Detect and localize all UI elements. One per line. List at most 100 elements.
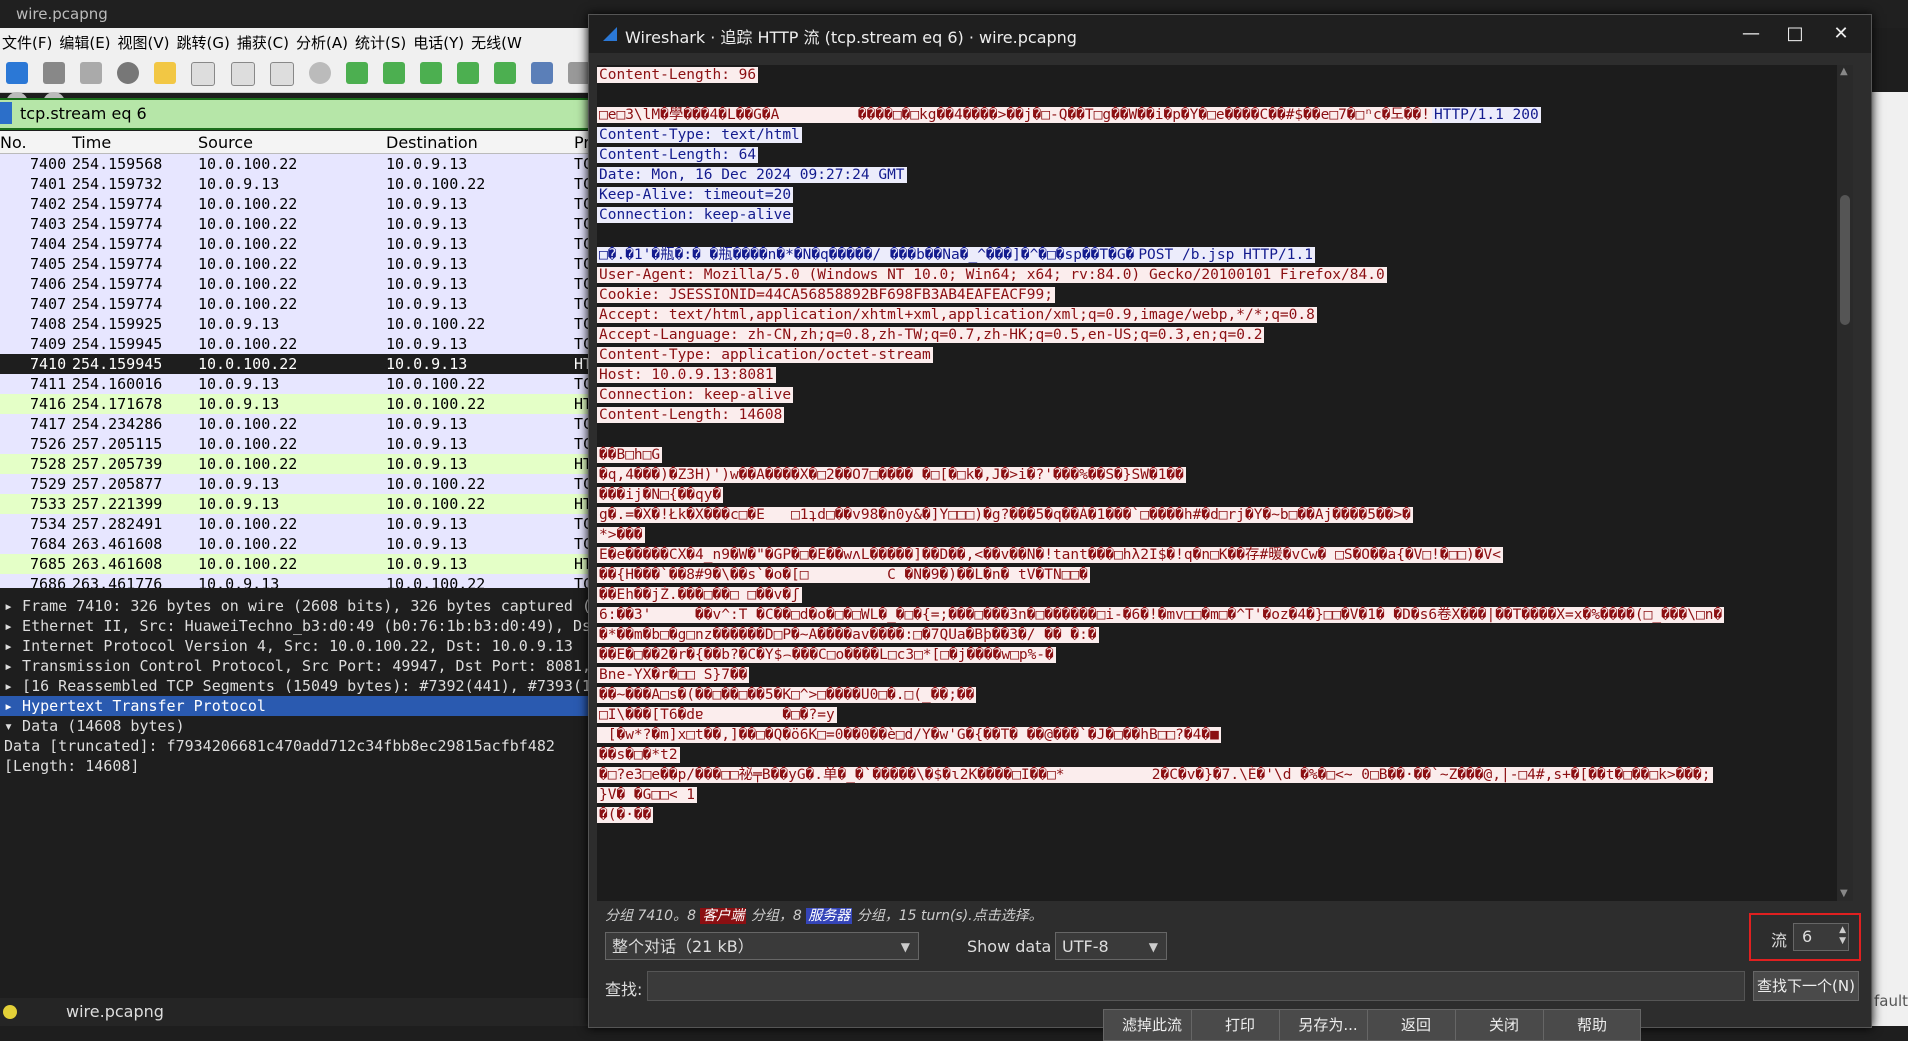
- back-button[interactable]: 返回: [1367, 1009, 1465, 1041]
- stream-text[interactable]: Content-Length: 96 □e□3\lM�學���4�L��G�A �…: [597, 65, 1827, 901]
- menu-item[interactable]: 视图(V): [116, 28, 175, 53]
- packet-row[interactable]: 7528 257.205739 10.0.100.22 10.0.9.13 HT: [0, 454, 600, 474]
- back-arrow-icon[interactable]: [345, 62, 368, 84]
- stop-icon[interactable]: [43, 62, 66, 84]
- detail-tree-item[interactable]: ▸ Ethernet II, Src: HuaweiTechno_b3:d0:4…: [0, 616, 600, 636]
- packet-row[interactable]: 7403 254.159774 10.0.100.22 10.0.9.13 TC: [0, 214, 600, 234]
- reload-icon[interactable]: [269, 62, 294, 86]
- server-line[interactable]: Keep-Alive: timeout=20: [597, 185, 1827, 205]
- server-line[interactable]: Content-Length: 64: [597, 145, 1827, 165]
- column-header-destination[interactable]: Destination: [386, 133, 478, 152]
- packet-row[interactable]: 7533 257.221399 10.0.9.13 10.0.100.22 HT: [0, 494, 600, 514]
- minimize-button[interactable]: —: [1731, 19, 1771, 49]
- scroll-up-icon[interactable]: ▲: [1840, 67, 1850, 77]
- client-line[interactable]: User-Agent: Mozilla/5.0 (Windows NT 10.0…: [597, 265, 1827, 285]
- display-filter-input[interactable]: tcp.stream eq 6: [20, 104, 147, 123]
- client-line[interactable]: *>���: [597, 525, 1827, 545]
- client-line[interactable]: ��B□h□G: [597, 445, 1827, 465]
- client-line[interactable]: �(�·��: [597, 805, 1827, 825]
- conversation-select[interactable]: 整个对话（21 kB） ▼: [605, 932, 919, 960]
- last-packet-icon[interactable]: [494, 62, 517, 84]
- detail-tree-item[interactable]: Data [truncated]: f7934206681c470add712c…: [0, 736, 600, 756]
- detail-tree-item[interactable]: ▸ Frame 7410: 326 bytes on wire (2608 bi…: [0, 596, 600, 616]
- packet-row[interactable]: 7416 254.171678 10.0.9.13 10.0.100.22 HT: [0, 394, 600, 414]
- detail-tree-item[interactable]: ▸ [16 Reassembled TCP Segments (15049 by…: [0, 676, 600, 696]
- packet-row[interactable]: 7406 254.159774 10.0.100.22 10.0.9.13 TC: [0, 274, 600, 294]
- packet-row[interactable]: 7411 254.160016 10.0.9.13 10.0.100.22 TC: [0, 374, 600, 394]
- close-button[interactable]: 关闭: [1455, 1009, 1553, 1041]
- menu-item[interactable]: 文件(F): [0, 28, 57, 53]
- packet-row[interactable]: 7401 254.159732 10.0.9.13 10.0.100.22 TC: [0, 174, 600, 194]
- packet-row[interactable]: 7409 254.159945 10.0.100.22 10.0.9.13 TC: [0, 334, 600, 354]
- stream-number-spinbox[interactable]: 6 ▲ ▼: [1793, 923, 1849, 951]
- save-as-button[interactable]: 另存为...: [1279, 1009, 1377, 1041]
- client-line[interactable]: ��~���A□s�(��□��□��5�K□^>□����U0□�.□(_��…: [597, 685, 1827, 705]
- close-file-icon[interactable]: [230, 62, 255, 86]
- packet-row[interactable]: 7526 257.205115 10.0.100.22 10.0.9.13 TC: [0, 434, 600, 454]
- open-folder-icon[interactable]: [154, 62, 177, 84]
- client-line[interactable]: Accept: text/html,application/xhtml+xml,…: [597, 305, 1827, 325]
- stream-scrollbar[interactable]: ▲ ▼: [1837, 65, 1853, 901]
- find-icon[interactable]: [308, 62, 331, 84]
- client-line[interactable]: Cookie: JSESSIONID=44CA56858892BF698FB3A…: [597, 285, 1827, 305]
- maximize-button[interactable]: □: [1775, 19, 1815, 49]
- server-line[interactable]: □�.�1'�瓶�:� �瓶����n�*�N�q�����∕ ���b��Na…: [597, 245, 1827, 265]
- first-packet-icon[interactable]: [457, 62, 480, 84]
- client-line[interactable]: Connection: keep-alive: [597, 385, 1827, 405]
- forward-arrow-icon[interactable]: [382, 62, 405, 84]
- client-line[interactable]: g�.=�X�!Łk�X���c□�E □1ʇd□��v98�n0y&�]Y□□…: [597, 505, 1827, 525]
- packet-row[interactable]: 7408 254.159925 10.0.9.13 10.0.100.22 TC: [0, 314, 600, 334]
- packet-row[interactable]: 7400 254.159568 10.0.100.22 10.0.9.13 TC: [0, 154, 600, 174]
- options-gear-icon[interactable]: [117, 62, 140, 84]
- client-line[interactable]: ��s�□�*t2: [597, 745, 1827, 765]
- client-line[interactable]: Content-Type: application/octet-stream: [597, 345, 1827, 365]
- column-header-time[interactable]: Time: [72, 133, 111, 152]
- client-line[interactable]: ��{H���`��8#9�\��s`�o�[□ C �N�9�)��L�n� …: [597, 565, 1827, 585]
- capture-status-icon[interactable]: [3, 1005, 17, 1019]
- client-line[interactable]: �□?e3□e��p/���□□祕╤B��yG�.单�_�`�����\�$�ɩ…: [597, 765, 1827, 785]
- packet-row[interactable]: 7402 254.159774 10.0.100.22 10.0.9.13 TC: [0, 194, 600, 214]
- save-file-icon[interactable]: [191, 62, 216, 86]
- server-line[interactable]: Date: Mon, 16 Dec 2024 09:27:24 GMT: [597, 165, 1827, 185]
- menu-item[interactable]: 分析(A): [294, 28, 353, 53]
- menu-item[interactable]: 无线(W: [469, 28, 527, 53]
- packet-row[interactable]: 7684 263.461608 10.0.100.22 10.0.9.13 TC: [0, 534, 600, 554]
- packet-row[interactable]: 7534 257.282491 10.0.100.22 10.0.9.13 TC: [0, 514, 600, 534]
- client-line[interactable]: }V� �G□□< 1: [597, 785, 1827, 805]
- server-line[interactable]: Content-Type: text/html: [597, 125, 1827, 145]
- restart-icon[interactable]: [80, 62, 103, 84]
- client-line[interactable]: Content-Length: 96: [597, 65, 1827, 85]
- show-data-select[interactable]: UTF-8 ▼: [1055, 932, 1167, 960]
- detail-tree-item[interactable]: ▾ Data (14608 bytes): [0, 716, 600, 736]
- client-line[interactable]: Host: 10.0.9.13:8081: [597, 365, 1827, 385]
- menu-item[interactable]: 电话(Y): [411, 28, 469, 53]
- packet-row[interactable]: 7405 254.159774 10.0.100.22 10.0.9.13 TC: [0, 254, 600, 274]
- spin-arrows-icon[interactable]: ▲ ▼: [1839, 925, 1846, 947]
- close-window-button[interactable]: ✕: [1821, 19, 1861, 49]
- packet-row[interactable]: 7685 263.461608 10.0.100.22 10.0.9.13 HT: [0, 554, 600, 574]
- detail-tree-item[interactable]: ▸ Hypertext Transfer Protocol: [0, 696, 600, 716]
- client-line[interactable]: ��Eh��jŻ.���□��□ □��v�ʃ: [597, 585, 1827, 605]
- server-line[interactable]: Connection: keep-alive: [597, 205, 1827, 225]
- scroll-down-icon[interactable]: ▼: [1840, 889, 1850, 899]
- client-line[interactable]: 6:��3' ��v^:T �C��□d�o�□�□WL�_�□�{=;���□…: [597, 605, 1827, 625]
- menu-item[interactable]: 统计(S): [353, 28, 411, 53]
- autoscroll-icon[interactable]: [531, 62, 554, 84]
- column-header-source[interactable]: Source: [198, 133, 253, 152]
- packet-row[interactable]: 7417 254.234286 10.0.100.22 10.0.9.13 TC: [0, 414, 600, 434]
- packet-row[interactable]: 7404 254.159774 10.0.100.22 10.0.9.13 TC: [0, 234, 600, 254]
- detail-tree-item[interactable]: [Length: 14608]: [0, 756, 600, 776]
- client-line[interactable]: �q,4���)�Z3H)')w��A����X�□2��O7□���� �□[…: [597, 465, 1827, 485]
- print-button[interactable]: 打印: [1191, 1009, 1289, 1041]
- client-line[interactable]: Content-Length: 14608: [597, 405, 1827, 425]
- packet-row[interactable]: 7407 254.159774 10.0.100.22 10.0.9.13 TC: [0, 294, 600, 314]
- column-header-no[interactable]: No.: [0, 133, 27, 152]
- find-next-button[interactable]: 查找下一个(N): [1753, 971, 1859, 1001]
- detail-tree-item[interactable]: ▸ Internet Protocol Version 4, Src: 10.0…: [0, 636, 600, 656]
- display-filter-bar[interactable]: tcp.stream eq 6: [0, 98, 600, 130]
- client-line[interactable]: ���ij�N□{��qy�: [597, 485, 1827, 505]
- menu-item[interactable]: 捕获(C): [235, 28, 294, 53]
- detail-tree-item[interactable]: ▸ Transmission Control Protocol, Src Por…: [0, 656, 600, 676]
- help-button[interactable]: 帮助: [1543, 1009, 1641, 1041]
- client-line[interactable]: �*��m�b□�g□nz������D□P�~A����av����:□�7Q…: [597, 625, 1827, 645]
